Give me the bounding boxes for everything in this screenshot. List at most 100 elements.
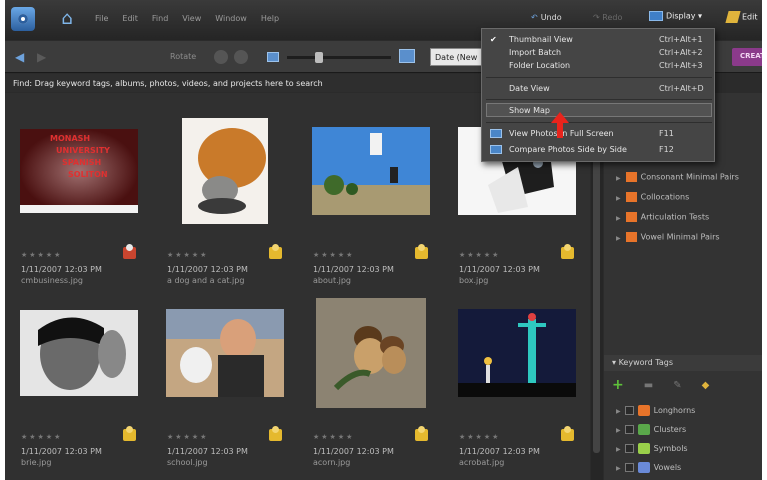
home-icon[interactable]: ⌂ (57, 9, 77, 29)
keyword-category-icon (637, 462, 650, 473)
expand-triangle-icon[interactable]: ▶ (616, 195, 621, 202)
album-icon (625, 172, 637, 182)
menu-help[interactable]: Help (261, 14, 279, 23)
photo-filename: acrobat.jpg (459, 458, 505, 467)
menu-window[interactable]: Window (215, 14, 247, 23)
rating-stars[interactable]: ★★★★★ (459, 251, 500, 259)
album-item[interactable]: ▶ Consonant Minimal Pairs (616, 172, 739, 182)
album-item[interactable]: ▶ Vowel Minimal Pairs (616, 232, 720, 242)
photo-filename: box.jpg (459, 276, 489, 285)
rating-stars[interactable]: ★★★★★ (167, 433, 208, 441)
keyword-item[interactable]: ▶ Longhorns (616, 405, 695, 416)
menu-item-import-batch[interactable]: Import Batch (509, 48, 561, 57)
rating-stars[interactable]: ★★★★★ (21, 433, 62, 441)
redo-icon: ↷ (593, 13, 603, 22)
photo-tile[interactable]: ★★★★★ 1/11/2007 12:03 PM brie.jpg (9, 293, 149, 478)
organizer-logo-icon[interactable] (11, 7, 35, 31)
tag-badge-icon (269, 244, 282, 259)
rating-stars[interactable]: ★★★★★ (21, 251, 62, 259)
rotate-right-icon[interactable] (234, 50, 248, 64)
redo-button[interactable]: ↷ Redo (593, 13, 622, 22)
keyword-item[interactable]: ▶ Vowels (616, 462, 681, 473)
keyword-checkbox[interactable] (624, 444, 634, 453)
keyword-tags-header[interactable]: ▾ Keyword Tags (604, 355, 762, 371)
photo-tile[interactable]: ★★★★★ 1/11/2007 12:03 PM acrobat.jpg (447, 293, 587, 478)
photo-thumbnail[interactable] (312, 127, 430, 215)
menu-item-show-map[interactable]: Show Map (509, 106, 550, 115)
edit-icon (725, 11, 741, 23)
photo-filename: a dog and a cat.jpg (167, 276, 245, 285)
photo-tile[interactable]: ★★★★★ 1/11/2007 12:03 PM about.jpg (301, 111, 441, 296)
tag-options-icon[interactable]: ◆ (702, 380, 710, 391)
menu-file[interactable]: File (95, 14, 108, 23)
photo-filename: cmbusiness.jpg (21, 276, 83, 285)
undo-button[interactable]: ↶ Undo (531, 13, 562, 22)
expand-triangle-icon[interactable]: ▶ (616, 408, 621, 415)
keyword-checkbox[interactable] (624, 463, 634, 472)
rotate-left-icon[interactable] (214, 50, 228, 64)
photo-thumbnail[interactable] (166, 309, 284, 397)
keyword-item[interactable]: ▶ Clusters (616, 424, 686, 435)
large-thumbnail-icon[interactable] (399, 49, 415, 63)
album-icon (625, 232, 637, 242)
keyword-label: Clusters (653, 425, 687, 434)
menu-item-compare[interactable]: Compare Photos Side by Side (509, 145, 627, 154)
menu-separator (486, 99, 712, 100)
menu-item-date-view[interactable]: Date View (509, 84, 550, 93)
red-pointer-arrow-icon (551, 112, 569, 138)
edit-button[interactable]: Edit (725, 11, 758, 23)
expand-triangle-icon[interactable]: ▶ (616, 446, 621, 453)
album-label: Articulation Tests (640, 212, 710, 222)
photo-thumbnail[interactable] (458, 309, 576, 397)
photo-tile[interactable]: ★★★★★ 1/11/2007 12:03 PM acorn.jpg (301, 293, 441, 478)
keyword-checkbox[interactable] (624, 406, 634, 415)
photo-date: 1/11/2007 12:03 PM (21, 447, 102, 456)
display-button[interactable]: Display ▾ (649, 11, 702, 21)
photo-thumbnail[interactable] (316, 298, 426, 408)
menu-item-thumbnail-view[interactable]: Thumbnail View (509, 35, 573, 44)
add-keyword-icon[interactable]: + (612, 377, 624, 393)
create-tab[interactable]: CREATE (732, 48, 762, 66)
keyword-item[interactable]: ▶ Symbols (616, 443, 688, 454)
thumb-text-line: SPANISH (62, 158, 101, 167)
photo-filename: about.jpg (313, 276, 352, 285)
expand-triangle-icon[interactable]: ▶ (616, 465, 621, 472)
rating-stars[interactable]: ★★★★★ (167, 251, 208, 259)
shortcut-label: F11 (659, 129, 674, 138)
expand-triangle-icon[interactable]: ▶ (616, 235, 621, 242)
album-item[interactable]: ▶ Collocations (616, 192, 689, 202)
forward-arrow-icon[interactable]: ▶ (37, 50, 46, 64)
edit-keyword-icon[interactable]: ✎ (673, 380, 681, 391)
rating-stars[interactable]: ★★★★★ (459, 433, 500, 441)
full-screen-icon (490, 129, 502, 138)
photo-tile[interactable]: ★★★★★ 1/11/2007 12:03 PM school.jpg (155, 293, 295, 478)
menu-separator (486, 77, 712, 78)
photo-thumbnail[interactable] (182, 118, 268, 224)
photo-date: 1/11/2007 12:03 PM (21, 265, 102, 274)
rating-stars[interactable]: ★★★★★ (313, 433, 354, 441)
expand-triangle-icon[interactable]: ▶ (616, 175, 621, 182)
rating-stars[interactable]: ★★★★★ (313, 251, 354, 259)
menu-edit[interactable]: Edit (122, 14, 138, 23)
delete-keyword-icon[interactable]: ▬ (644, 380, 653, 391)
thumbnail-size-slider[interactable] (287, 56, 391, 59)
album-icon (625, 192, 637, 202)
menu-item-folder-location[interactable]: Folder Location (509, 61, 570, 70)
edit-label: Edit (742, 12, 758, 22)
photo-thumbnail[interactable] (20, 310, 138, 396)
photo-tile[interactable]: ★★★★★ 1/11/2007 12:03 PM a dog and a cat… (155, 111, 295, 296)
expand-triangle-icon[interactable]: ▶ (616, 427, 621, 434)
photo-tile[interactable]: MONASH UNIVERSITY SPANISH SOLITON ★★★★★ … (9, 111, 149, 296)
expand-triangle-icon[interactable]: ▶ (616, 215, 621, 222)
keyword-checkbox[interactable] (624, 425, 634, 434)
photo-thumbnail[interactable]: MONASH UNIVERSITY SPANISH SOLITON (20, 129, 138, 213)
album-item[interactable]: ▶ Articulation Tests (616, 212, 709, 222)
back-arrow-icon[interactable]: ◀ (15, 50, 24, 64)
slider-knob[interactable] (315, 52, 323, 63)
thumb-text-line: SOLITON (68, 170, 108, 179)
tag-badge-icon (123, 244, 136, 259)
menu-view[interactable]: View (182, 14, 201, 23)
menu-find[interactable]: Find (152, 14, 168, 23)
redo-label: Redo (602, 13, 623, 22)
small-thumbnail-icon[interactable] (267, 52, 279, 62)
